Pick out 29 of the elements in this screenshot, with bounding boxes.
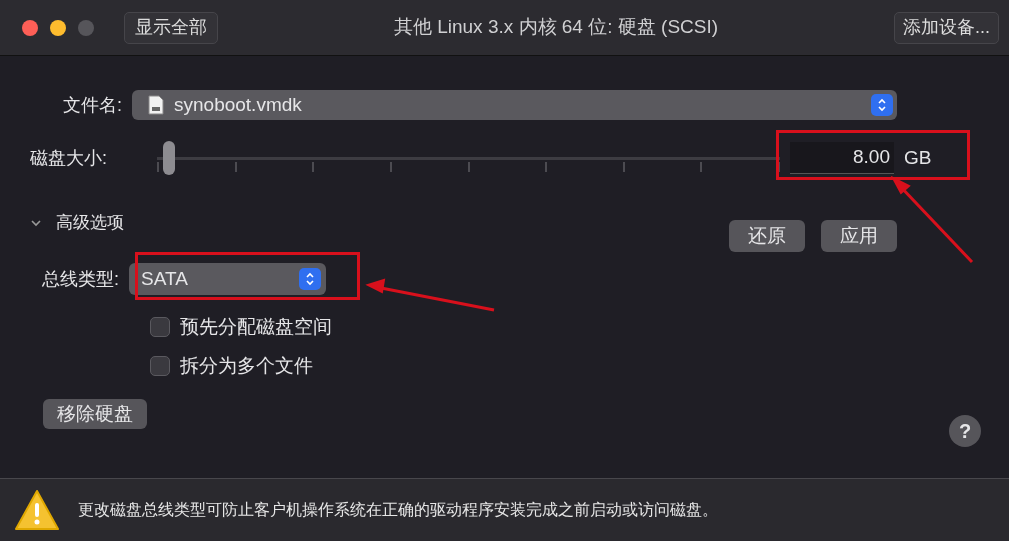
window-control-icon[interactable] xyxy=(50,19,66,36)
warning-icon xyxy=(14,489,60,531)
checkbox-label: 预先分配磁盘空间 xyxy=(180,315,332,339)
document-icon xyxy=(148,95,164,115)
checkbox[interactable] xyxy=(150,317,170,338)
help-button[interactable]: ? xyxy=(949,415,981,447)
add-device-button[interactable]: 添加设备... xyxy=(894,11,999,44)
file-name: synoboot.vmdk xyxy=(174,92,303,117)
window-title: 其他 Linux 3.x 内核 64 位: 硬盘 (SCSI) xyxy=(392,15,720,40)
window-control-icon[interactable] xyxy=(22,19,38,36)
show-all-button[interactable]: 显示全部 xyxy=(124,11,218,44)
slider-track[interactable] xyxy=(157,141,780,175)
stepper-icon xyxy=(299,268,321,290)
remove-disk-button[interactable]: 移除硬盘 xyxy=(43,399,147,429)
field-label: 总线类型: xyxy=(42,267,119,291)
file-select[interactable]: synoboot.vmdk xyxy=(132,90,897,120)
slider-thumb[interactable] xyxy=(163,141,176,175)
field-label: 文件名: xyxy=(62,93,122,117)
size-field[interactable]: 8.00 xyxy=(790,142,894,174)
warning-message: 更改磁盘总线类型可防止客户机操作系统在正确的驱动程序安装完成之前启动或访问磁盘。 xyxy=(78,500,718,520)
action-button[interactable]: 还原 xyxy=(729,220,805,252)
action-button[interactable]: 应用 xyxy=(821,220,897,252)
stepper-icon xyxy=(871,94,893,116)
field-label: 磁盘大小: xyxy=(30,146,108,170)
advanced-disclosure[interactable]: 高级选项 xyxy=(30,210,124,236)
bus-type-select[interactable]: SATA xyxy=(129,263,326,295)
checkbox-label: 拆分为多个文件 xyxy=(180,353,313,378)
unit-label: GB xyxy=(904,145,932,170)
checkbox[interactable] xyxy=(150,355,170,376)
